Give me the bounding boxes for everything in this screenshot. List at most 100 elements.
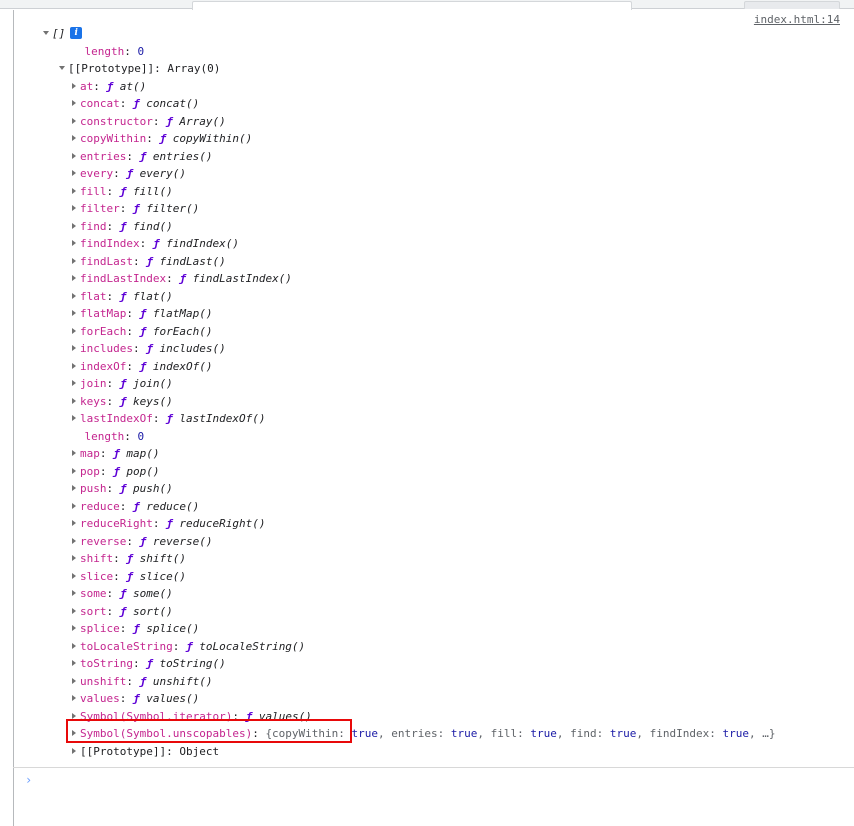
tree-row[interactable]: Symbol(Symbol.iterator): ƒ values() <box>14 708 854 726</box>
chevron-right-icon[interactable] <box>72 362 76 369</box>
property-value: map() <box>126 447 160 460</box>
tree-row[interactable]: lastIndexOf: ƒ lastIndexOf() <box>14 410 854 428</box>
tree-row[interactable]: forEach: ƒ forEach() <box>14 323 854 341</box>
chevron-right-icon[interactable] <box>72 380 76 386</box>
tree-row[interactable]: findLast: ƒ findLast() <box>14 253 854 271</box>
tree-row[interactable]: splice: ƒ splice() <box>14 620 854 638</box>
tree-row[interactable]: values: ƒ values() <box>14 690 854 708</box>
tree-row[interactable]: slice: ƒ slice() <box>14 568 854 586</box>
chevron-right-icon[interactable] <box>72 712 76 719</box>
tree-row[interactable]: some: ƒ some() <box>14 585 854 603</box>
chevron-right-icon[interactable] <box>72 152 76 159</box>
chevron-right-icon[interactable] <box>72 310 76 316</box>
tree-row[interactable]: fill: ƒ fill() <box>14 183 854 201</box>
tree-row[interactable]: length: 0 <box>14 43 854 61</box>
chevron-right-icon[interactable] <box>72 240 76 246</box>
tree-row[interactable]: shift: ƒ shift() <box>14 550 854 568</box>
chevron-right-icon[interactable] <box>72 135 76 141</box>
root-array-label: [] <box>52 27 66 40</box>
tree-row[interactable]: keys: ƒ keys() <box>14 393 854 411</box>
tree-row[interactable]: toLocaleString: ƒ toLocaleString() <box>14 638 854 656</box>
chevron-right-icon[interactable] <box>72 485 76 491</box>
tree-row[interactable]: find: ƒ find() <box>14 218 854 236</box>
console-settings-group[interactable] <box>744 1 840 9</box>
tree-row[interactable]: filter: ƒ filter() <box>14 200 854 218</box>
chevron-right-icon[interactable] <box>72 747 76 754</box>
console-prompt-row[interactable]: › <box>13 768 854 826</box>
tree-row[interactable]: toString: ƒ toString() <box>14 655 854 673</box>
tree-row[interactable]: [[Prototype]]: Object <box>14 743 854 761</box>
tree-row[interactable]: [[Prototype]]: Array(0) <box>14 60 854 78</box>
tree-row[interactable]: pop: ƒ pop() <box>14 463 854 481</box>
console-prompt-input[interactable] <box>40 773 848 789</box>
chevron-right-icon[interactable] <box>72 502 76 509</box>
chevron-right-icon[interactable] <box>72 572 76 579</box>
chevron-down-icon[interactable] <box>59 66 65 70</box>
property-name: Symbol(Symbol.unscopables) <box>80 727 253 740</box>
chevron-right-icon[interactable] <box>72 660 76 666</box>
chevron-right-icon[interactable] <box>72 607 76 614</box>
console-filter-input[interactable] <box>192 1 632 10</box>
tree-row[interactable]: entries: ƒ entries() <box>14 148 854 166</box>
tree-row[interactable]: length: 0 <box>14 428 854 446</box>
chevron-right-icon[interactable] <box>72 100 76 106</box>
tree-row[interactable]: constructor: ƒ Array() <box>14 113 854 131</box>
chevron-right-icon[interactable] <box>72 555 76 561</box>
chevron-right-icon[interactable] <box>72 642 76 649</box>
chevron-right-icon[interactable] <box>72 695 76 701</box>
info-icon[interactable]: i <box>70 27 83 39</box>
chevron-right-icon[interactable] <box>72 257 76 264</box>
tree-row[interactable]: at: ƒ at() <box>14 78 854 96</box>
chevron-down-icon[interactable] <box>43 31 49 35</box>
chevron-right-icon[interactable] <box>72 82 76 89</box>
function-glyph-icon: ƒ <box>139 534 153 548</box>
property-separator: : <box>154 62 168 75</box>
property-name: copyWithin <box>80 132 147 145</box>
chevron-right-icon[interactable] <box>72 677 76 684</box>
chevron-right-icon[interactable] <box>72 397 76 404</box>
tree-row[interactable]: flat: ƒ flat() <box>14 288 854 306</box>
tree-row[interactable]: reduce: ƒ reduce() <box>14 498 854 516</box>
property-name: reverse <box>80 534 127 548</box>
property-separator: : <box>166 744 180 758</box>
tree-row[interactable]: findIndex: ƒ findIndex() <box>14 235 854 253</box>
tree-root-row[interactable]: [] i <box>14 25 854 43</box>
property-value: 0 <box>137 44 145 58</box>
tree-row[interactable]: flatMap: ƒ flatMap() <box>14 305 854 323</box>
function-glyph-icon: ƒ <box>185 639 200 653</box>
tree-row[interactable]: join: ƒ join() <box>14 375 854 393</box>
tree-row[interactable]: unshift: ƒ unshift() <box>14 673 854 691</box>
tree-row[interactable]: indexOf: ƒ indexOf() <box>14 358 854 376</box>
chevron-right-icon[interactable] <box>72 590 76 596</box>
function-glyph-icon: ƒ <box>159 132 173 145</box>
chevron-right-icon[interactable] <box>72 625 76 631</box>
chevron-right-icon[interactable] <box>72 275 76 281</box>
tree-row[interactable]: map: ƒ map() <box>14 445 854 463</box>
chevron-right-icon[interactable] <box>72 730 76 736</box>
tree-row[interactable]: includes: ƒ includes() <box>14 340 854 358</box>
chevron-right-icon[interactable] <box>72 327 76 334</box>
tree-row[interactable]: reverse: ƒ reverse() <box>14 533 854 551</box>
tree-row[interactable]: sort: ƒ sort() <box>14 603 854 621</box>
chevron-right-icon[interactable] <box>72 520 76 526</box>
tree-row[interactable]: findLastIndex: ƒ findLastIndex() <box>14 270 854 288</box>
chevron-right-icon[interactable] <box>72 222 76 229</box>
function-glyph-icon: ƒ <box>166 412 180 425</box>
tree-row[interactable]: copyWithin: ƒ copyWithin() <box>14 130 854 148</box>
chevron-right-icon[interactable] <box>72 205 76 211</box>
chevron-right-icon[interactable] <box>72 187 76 194</box>
chevron-right-icon[interactable] <box>72 415 76 421</box>
chevron-right-icon[interactable] <box>72 170 76 176</box>
tree-row[interactable]: push: ƒ push() <box>14 480 854 498</box>
chevron-right-icon[interactable] <box>72 450 76 456</box>
chevron-right-icon[interactable] <box>72 537 76 544</box>
tree-row[interactable]: reduceRight: ƒ reduceRight() <box>14 515 854 533</box>
tree-row[interactable]: every: ƒ every() <box>14 165 854 183</box>
chevron-right-icon[interactable] <box>72 117 76 124</box>
chevron-right-icon[interactable] <box>72 292 76 299</box>
chevron-right-icon[interactable] <box>72 345 76 351</box>
tree-row[interactable]: Symbol(Symbol.unscopables): {copyWithin:… <box>14 725 854 743</box>
property-value: flat() <box>133 289 173 303</box>
tree-row[interactable]: concat: ƒ concat() <box>14 95 854 113</box>
chevron-right-icon[interactable] <box>72 467 76 474</box>
